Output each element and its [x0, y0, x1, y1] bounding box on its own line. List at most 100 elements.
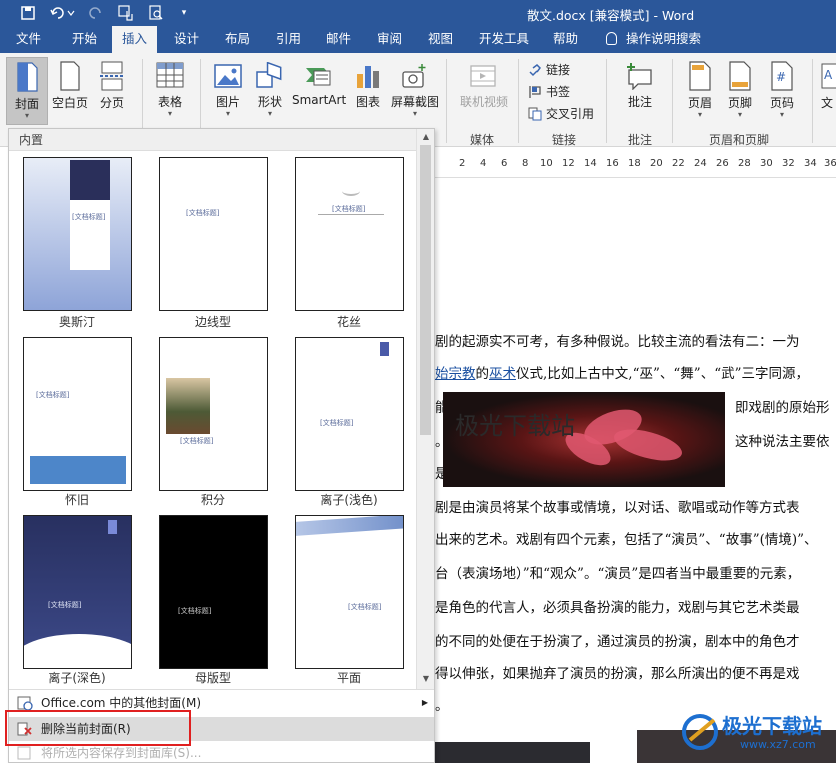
- cross-reference-button[interactable]: 交叉引用: [528, 105, 594, 123]
- tab-developer[interactable]: 开发工具: [469, 26, 539, 53]
- page-break-button[interactable]: 分页: [94, 57, 130, 111]
- cover-thumbnail-retrospect[interactable]: [文档标题]: [23, 337, 132, 491]
- cover-thumbnail-ion-light[interactable]: [文档标题]: [295, 337, 404, 491]
- cover-page-button[interactable]: 封面 ▾: [6, 57, 48, 125]
- ruler-tick: 36: [824, 158, 836, 169]
- ruler-tick: 34: [804, 158, 817, 169]
- group-separator: [446, 59, 447, 143]
- print-preview-icon[interactable]: [146, 3, 166, 23]
- horizontal-ruler[interactable]: 2 4 6 8 10 12 14 16 18 20 22 24 26 28 30…: [435, 150, 836, 178]
- cover-label-ion-dark: 离子(深色): [48, 671, 106, 685]
- doc-line: 是角色的代言人，必须具备扮演的能力，戏剧与其它艺术类最: [435, 600, 800, 616]
- blank-page-button[interactable]: 空白页: [50, 57, 90, 111]
- group-separator: [606, 59, 607, 143]
- cover-placeholder-title: [文档标题]: [180, 437, 214, 445]
- cover-thumbnail-banded[interactable]: [文档标题]: [159, 515, 268, 669]
- tab-design[interactable]: 设计: [164, 26, 209, 53]
- tell-me-label: 操作说明搜索: [626, 31, 702, 46]
- group-label-media: 媒体: [470, 133, 495, 147]
- cover-thumbnail-facet[interactable]: [文档标题]: [295, 515, 404, 669]
- comment-icon: [627, 63, 652, 90]
- cover-label-ion-light: 离子(浅色): [320, 493, 378, 507]
- cover-label-austin: 奥斯汀: [58, 315, 95, 329]
- comment-button[interactable]: 批注: [620, 57, 660, 110]
- undo-icon[interactable]: [48, 3, 78, 23]
- touch-mode-icon[interactable]: [116, 3, 136, 23]
- smartart-button[interactable]: SmartArt: [292, 57, 346, 107]
- screenshot-button[interactable]: 屏幕截图 ▾: [388, 57, 442, 118]
- redo-icon[interactable]: [86, 3, 106, 23]
- cover-decoration: [380, 342, 389, 356]
- customize-toolbar-icon[interactable]: ▾: [174, 3, 194, 23]
- picture-button[interactable]: 图片 ▾: [210, 57, 246, 118]
- gallery-scrollbar[interactable]: ▲ ▼: [416, 129, 434, 689]
- logo-text: 极光下载站: [722, 714, 822, 738]
- chevron-down-icon: ▾: [779, 110, 784, 119]
- doc-line: 即戏剧的原始形: [735, 400, 830, 416]
- ruler-tick: 20: [650, 158, 663, 169]
- cover-thumbnail-sideline[interactable]: [文档标题]: [159, 157, 268, 311]
- chevron-down-icon: ▾: [267, 109, 272, 118]
- header-icon: [689, 61, 711, 91]
- menu-divider: [9, 689, 434, 690]
- page-number-button[interactable]: # 页码 ▾: [764, 57, 800, 119]
- document-page[interactable]: 剧的起源实不可考，有多种假说。比较主流的看法有二：一为 始宗教的巫术仪式,比如上…: [435, 178, 836, 763]
- tab-home[interactable]: 开始: [62, 26, 107, 53]
- table-label: 表格: [157, 95, 182, 109]
- scroll-thumb[interactable]: [420, 145, 431, 435]
- group-separator: [518, 59, 519, 143]
- svg-text:A: A: [824, 68, 833, 82]
- scroll-up-icon[interactable]: ▲: [420, 131, 432, 143]
- scroll-down-icon[interactable]: ▼: [420, 673, 432, 685]
- save-icon[interactable]: [18, 3, 38, 23]
- ruler-tick: 18: [628, 158, 641, 169]
- tab-view[interactable]: 视图: [418, 26, 463, 53]
- doc-link[interactable]: 始宗教: [435, 366, 476, 382]
- screenshot-icon: [402, 64, 426, 88]
- link-button[interactable]: 链接: [528, 61, 570, 79]
- tab-layout[interactable]: 布局: [215, 26, 260, 53]
- cover-thumbnail-filigree[interactable]: [文档标题]: [295, 157, 404, 311]
- save-to-gallery-label: 将所选内容保存到封面库(S)...: [41, 746, 202, 760]
- cover-thumbnail-austin[interactable]: [文档标题]: [23, 157, 132, 311]
- cover-label-retrospect: 怀旧: [64, 493, 89, 507]
- text-box-button[interactable]: A 文: [818, 57, 836, 111]
- group-label-comments: 批注: [628, 133, 653, 147]
- table-button[interactable]: 表格 ▾: [152, 57, 188, 118]
- save-selection-icon: [17, 746, 31, 760]
- bookmark-icon: [529, 86, 541, 98]
- tab-references[interactable]: 引用: [266, 26, 311, 53]
- doc-image-bottom-left[interactable]: [435, 742, 590, 763]
- flower-image[interactable]: 极光下载站: [443, 392, 725, 487]
- logo-url: www.xz7.com: [740, 738, 816, 751]
- smartart-label: SmartArt: [292, 93, 347, 107]
- cover-thumbnail-ion-dark[interactable]: [文档标题]: [23, 515, 132, 669]
- cover-decoration: [24, 634, 131, 668]
- header-button[interactable]: 页眉 ▾: [682, 57, 718, 119]
- tab-help[interactable]: 帮助: [543, 26, 588, 53]
- page-break-label: 分页: [99, 96, 124, 110]
- tab-review[interactable]: 审阅: [367, 26, 412, 53]
- cover-label-integral: 积分: [200, 493, 225, 507]
- ruler-tick: 10: [540, 158, 553, 169]
- footer-button[interactable]: 页脚 ▾: [722, 57, 758, 119]
- cover-thumbnail-integral[interactable]: [文档标题]: [159, 337, 268, 491]
- shapes-button[interactable]: 形状 ▾: [252, 57, 288, 118]
- doc-link[interactable]: 巫术: [489, 366, 516, 382]
- doc-text: 仪式,比如上古中文,“巫”、“舞”、“武”三字同源，: [516, 366, 809, 382]
- group-label-links: 链接: [552, 133, 577, 147]
- online-video-button[interactable]: 联机视频: [456, 57, 512, 110]
- ruler-tick: 14: [584, 158, 597, 169]
- cover-page-icon: [17, 62, 38, 92]
- tab-mailings[interactable]: 邮件: [316, 26, 361, 53]
- lightbulb-icon: [606, 32, 617, 45]
- cover-label-sideline: 边线型: [194, 315, 231, 329]
- tell-me-search[interactable]: 操作说明搜索: [606, 26, 701, 53]
- header-label: 页眉: [687, 96, 712, 110]
- title-bar: ▾ 散文.docx [兼容模式] - Word: [0, 0, 836, 26]
- tab-insert[interactable]: 插入: [112, 26, 158, 53]
- blank-page-label: 空白页: [51, 96, 88, 110]
- chart-button[interactable]: 图表: [350, 57, 386, 110]
- bookmark-button[interactable]: 书签: [528, 83, 570, 101]
- tab-file[interactable]: 文件: [6, 26, 51, 53]
